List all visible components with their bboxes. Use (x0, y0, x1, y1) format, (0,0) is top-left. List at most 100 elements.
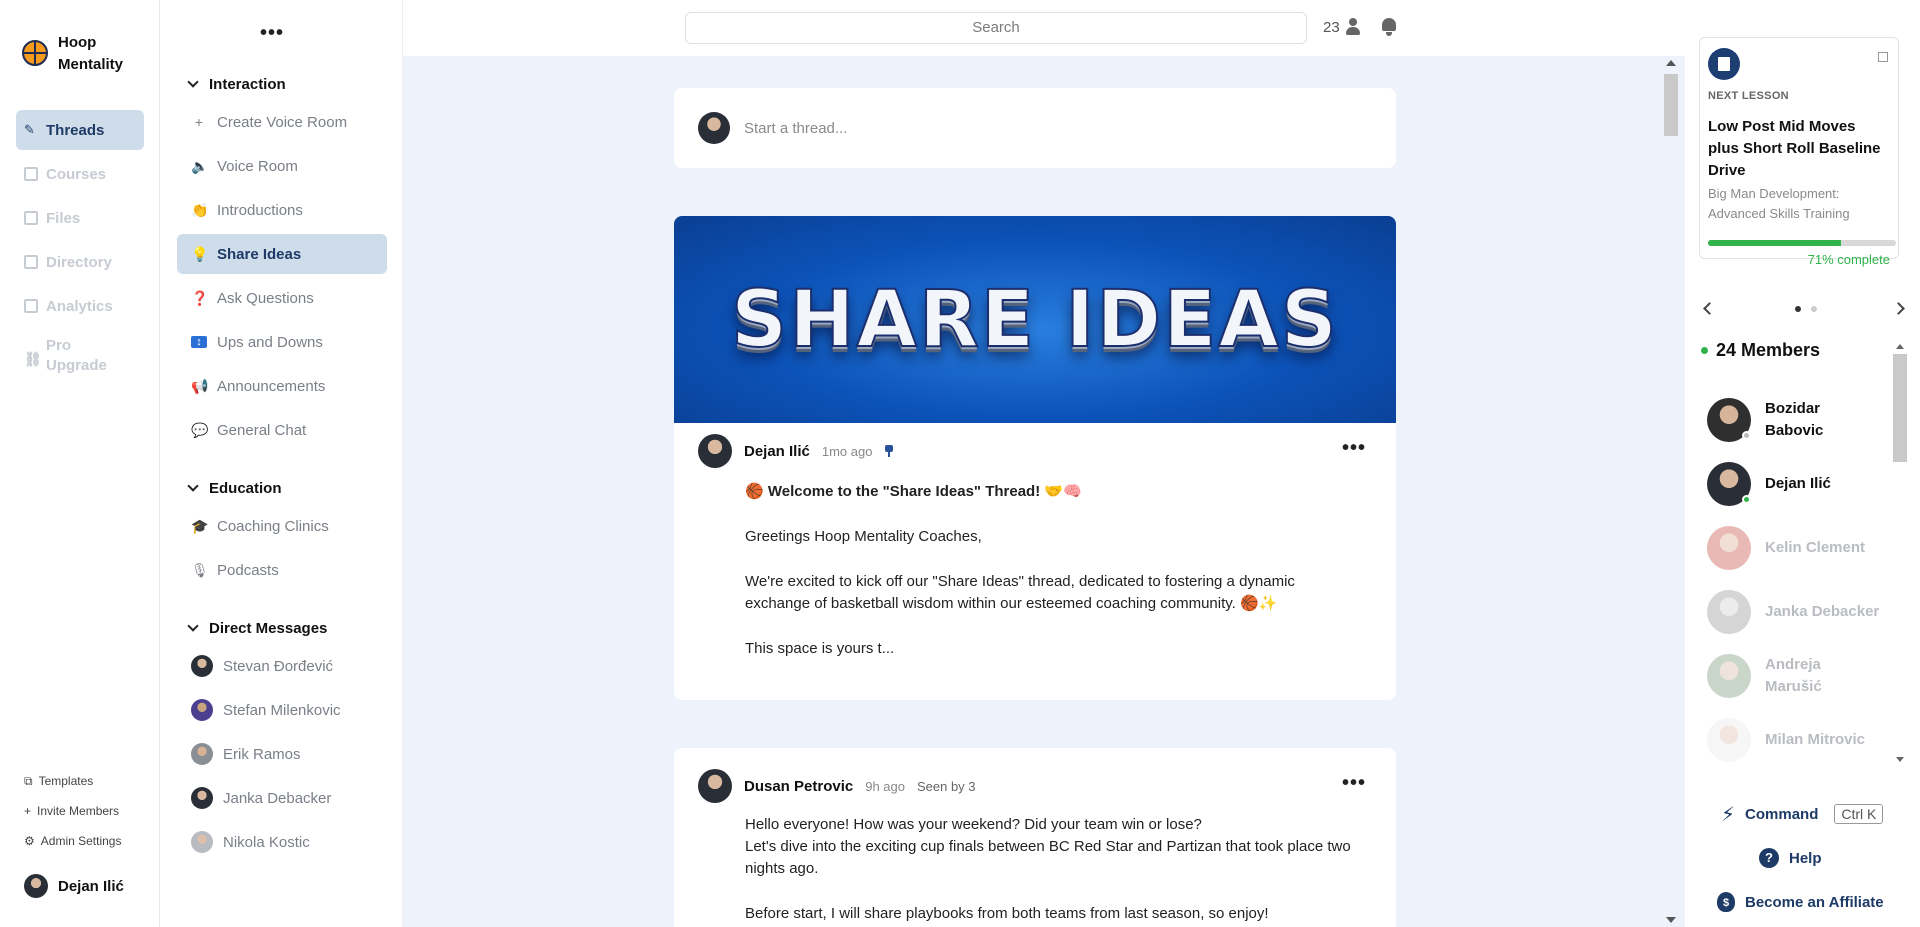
member-item[interactable]: Andreja Marušić (1707, 644, 1887, 708)
avatar (1707, 398, 1751, 442)
affiliate-button[interactable]: $ Become an Affiliate (1717, 880, 1911, 924)
avatar[interactable] (698, 769, 732, 803)
lesson-carousel (1701, 302, 1907, 318)
avatar (1707, 718, 1751, 762)
member-item[interactable]: Janka Debacker (1707, 580, 1887, 644)
rail-item-courses[interactable]: Courses (16, 154, 144, 194)
rail-item-analytics[interactable]: Analytics (16, 286, 144, 326)
rail-item-directory[interactable]: Directory (16, 242, 144, 282)
post-header: Dusan Petrovic 9h ago Seen by 3 ••• (674, 758, 1396, 814)
member-item[interactable]: Bozidar Babovic (1707, 388, 1887, 452)
footer-links: ⚡ Command Ctrl K ? Help $ Become an Affiliat… (1717, 792, 1911, 924)
channel-share-ideas[interactable]: 💡 Share Ideas (177, 234, 387, 274)
lightning-icon: ⚡ (1721, 803, 1736, 826)
scroll-down-icon[interactable] (1666, 917, 1676, 923)
avatar (191, 655, 213, 677)
shortcut-badge: Ctrl K (1834, 804, 1884, 824)
thread-composer[interactable]: Start a thread... (674, 88, 1396, 168)
brand[interactable]: Hoop Mentality (22, 32, 138, 76)
avatar (24, 874, 48, 898)
post-author[interactable]: Dusan Petrovic (744, 778, 853, 795)
seen-by[interactable]: Seen by 3 (917, 779, 976, 794)
chevron-right-icon[interactable] (1892, 302, 1905, 315)
next-lesson-label: NEXT LESSON (1708, 90, 1789, 102)
online-count[interactable]: 23 (1323, 18, 1360, 36)
plus-icon: + (194, 114, 204, 130)
post-card[interactable]: Dusan Petrovic 9h ago Seen by 3 ••• Hell… (674, 748, 1396, 927)
scrollbar-thumb[interactable] (1664, 74, 1678, 136)
channel-introductions[interactable]: 👏 Introductions (177, 190, 387, 230)
lesson-title[interactable]: Low Post Mid Moves plus Short Roll Basel… (1708, 116, 1890, 182)
avatar[interactable] (698, 434, 732, 468)
channel-ups-and-downs[interactable]: ↕ Ups and Downs (177, 322, 387, 362)
channel-podcasts[interactable]: 🎙 Podcasts (177, 550, 387, 590)
chart-icon (24, 299, 38, 313)
post-body: Hello everyone! How was your weekend? Di… (745, 816, 1351, 922)
bell-icon[interactable] (1380, 16, 1398, 36)
member-item[interactable]: Kelin Clement (1707, 516, 1887, 580)
more-options-icon[interactable]: ••• (1342, 772, 1366, 795)
rail-item-files[interactable]: Files (16, 198, 144, 238)
more-options-icon[interactable]: ••• (1342, 437, 1366, 460)
section-interaction[interactable]: Interaction (177, 66, 387, 102)
feed-scrollbar[interactable] (1663, 56, 1679, 927)
channel-create-voice-room[interactable]: + Create Voice Room (177, 102, 387, 142)
lightbulb-icon: 💡 (191, 245, 209, 262)
chevron-left-icon[interactable] (1703, 302, 1716, 315)
section-direct-messages[interactable]: Direct Messages (177, 610, 387, 646)
section-education[interactable]: Education (177, 470, 387, 506)
external-link-icon[interactable] (1878, 52, 1888, 62)
member-item[interactable]: Dejan Ilić (1707, 452, 1887, 516)
rail-bottom-links: ⧉ Templates + Invite Members ⚙ Admin Settin… (24, 766, 121, 856)
chevron-down-icon (187, 480, 199, 492)
dm-item[interactable]: Stevan Đorđević (177, 646, 387, 686)
avatar (1707, 590, 1751, 634)
templates-icon: ⧉ (24, 773, 33, 788)
channel-announcements[interactable]: 📢 Announcements (177, 366, 387, 406)
dm-item[interactable]: Stefan Milenkovic (177, 690, 387, 730)
templates-link[interactable]: ⧉ Templates (24, 766, 121, 796)
scroll-up-icon[interactable] (1896, 344, 1904, 349)
member-item[interactable]: Milan Mitrovic (1707, 708, 1887, 772)
lesson-book-icon (1708, 48, 1740, 80)
rail-item-threads[interactable]: ✎ Threads (16, 110, 144, 150)
help-button[interactable]: ? Help (1721, 836, 1911, 880)
channel-voice-room[interactable]: 🔈 Voice Room (177, 146, 387, 186)
admin-settings-link[interactable]: ⚙ Admin Settings (24, 826, 121, 856)
graduation-cap-icon: 🎓 (191, 517, 209, 534)
current-user[interactable]: Dejan Ilić (24, 874, 124, 898)
left-rail: Hoop Mentality ✎ Threads Courses Files D… (0, 0, 160, 927)
plus-icon: + (24, 804, 32, 818)
dm-item[interactable]: Erik Ramos (177, 734, 387, 774)
search-input[interactable]: Search (685, 12, 1307, 44)
course-name: Big Man Development: Advanced Skills Tra… (1708, 186, 1850, 221)
invite-members-link[interactable]: + Invite Members (24, 796, 121, 826)
members-scrollbar[interactable] (1892, 342, 1908, 764)
post-card[interactable]: SHARE IDEAS Dejan Ilić 1mo ago ••• 🏀 Wel… (674, 216, 1396, 700)
post-author[interactable]: Dejan Ilić (744, 443, 810, 460)
rail-item-pro-upgrade[interactable]: ⛓ Pro Upgrade (16, 330, 144, 382)
scrollbar-thumb[interactable] (1893, 354, 1907, 462)
brand-name: Hoop Mentality (58, 34, 124, 73)
command-button[interactable]: ⚡ Command Ctrl K (1721, 792, 1911, 836)
scroll-down-icon[interactable] (1896, 757, 1904, 762)
scroll-up-icon[interactable] (1666, 60, 1676, 66)
post-header: Dejan Ilić 1mo ago ••• (674, 423, 1396, 479)
post-time: 9h ago (865, 778, 905, 794)
chevron-down-icon (187, 620, 199, 632)
dm-item[interactable]: Nikola Kostic (177, 822, 387, 862)
progress-fill (1708, 240, 1842, 246)
chevron-down-icon (187, 76, 199, 88)
rail-nav: ✎ Threads Courses Files Directory Analyt… (16, 110, 144, 386)
more-options-icon[interactable]: ••• (260, 22, 284, 45)
channel-ask-questions[interactable]: ❓ Ask Questions (177, 278, 387, 318)
dm-item[interactable]: Janka Debacker (177, 778, 387, 818)
feather-icon: ✎ (24, 122, 35, 137)
channel-general-chat[interactable]: 💬 General Chat (177, 410, 387, 450)
next-lesson-card[interactable]: NEXT LESSON Low Post Mid Moves plus Shor… (1699, 37, 1899, 267)
channels-panel: ••• Interaction + Create Voice Room 🔈 Voic… (161, 0, 561, 927)
channel-coaching-clinics[interactable]: 🎓 Coaching Clinics (177, 506, 387, 546)
post-body: 🏀 Welcome to the "Share Ideas" Thread! 🤝… (745, 483, 1295, 657)
top-bar: Search 23 (403, 0, 1685, 56)
carousel-dots[interactable] (1795, 306, 1817, 312)
